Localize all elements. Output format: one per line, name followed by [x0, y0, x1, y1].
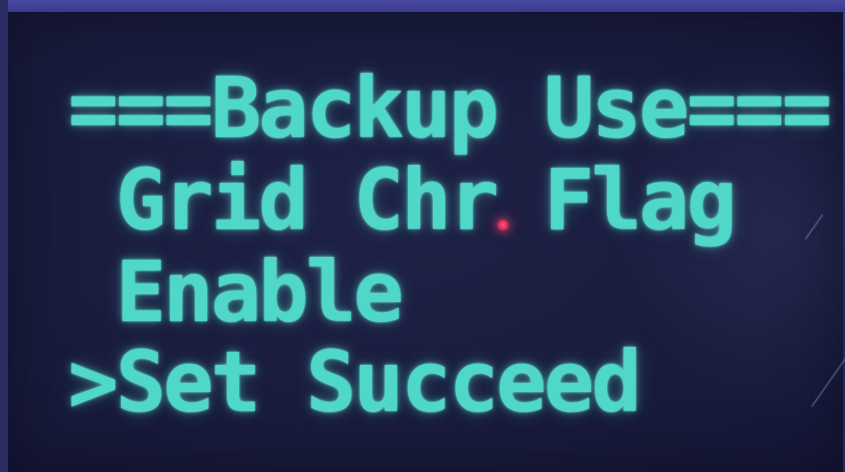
red-indicator-dot [496, 218, 510, 232]
screen-scratch [810, 356, 845, 408]
device-bezel-left [0, 0, 8, 472]
screen-scratch [804, 214, 824, 240]
menu-title: ===Backup Use=== [68, 59, 832, 157]
menu-item-enable: Enable [68, 243, 404, 341]
lcd-photo: ===Backup Use=== Grid Chr Flag Enable >S… [0, 0, 845, 472]
menu-item-grid-chr-flag: Grid Chr Flag [68, 151, 737, 249]
menu-item-set-succeed-selected: >Set Succeed [68, 333, 642, 431]
device-bezel-top [0, 0, 845, 12]
